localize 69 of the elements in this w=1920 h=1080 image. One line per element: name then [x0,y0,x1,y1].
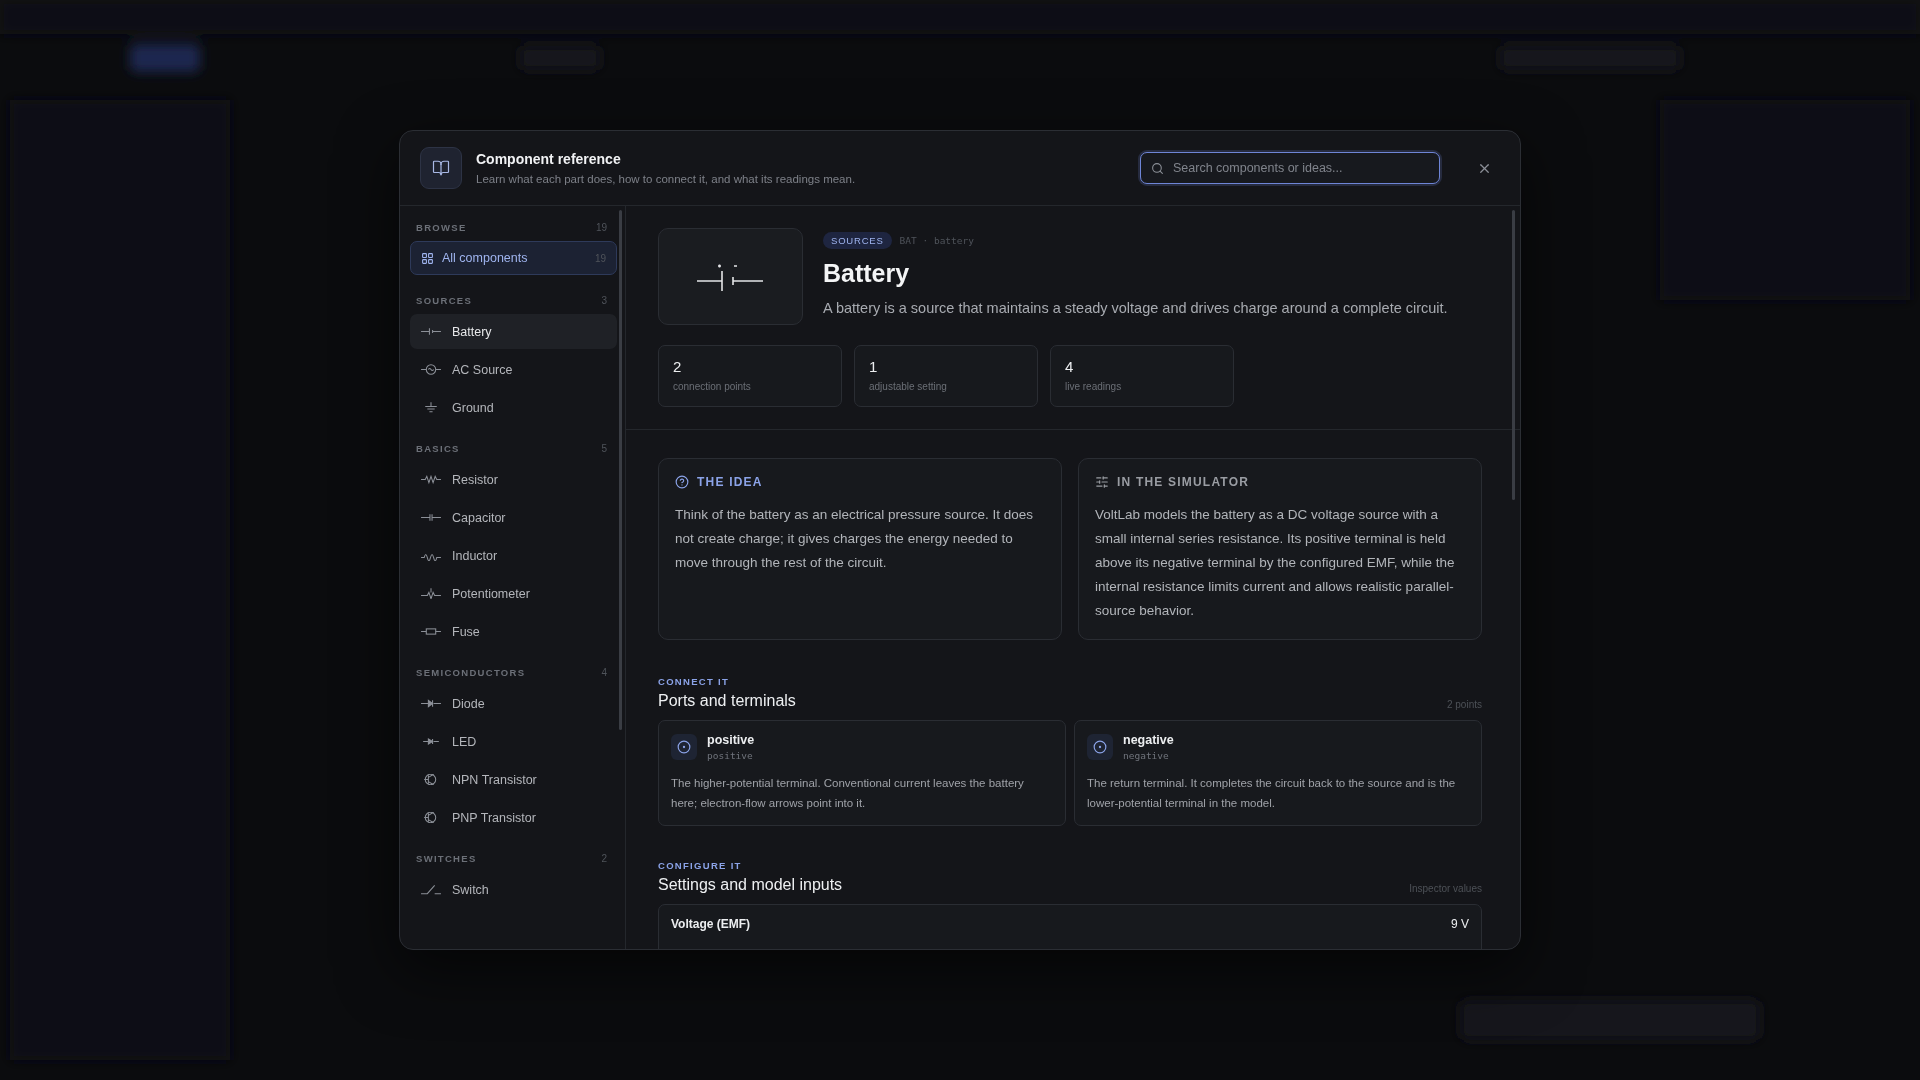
symbol-icon [420,884,442,895]
component-item[interactable]: Battery [410,314,617,349]
component-item[interactable]: Inductor [410,538,617,573]
component-item[interactable]: NPN Transistor [410,762,617,797]
search-field[interactable]: Search components or ideas... [1140,152,1440,184]
setting-value: 9 V [1451,917,1469,933]
section-label: BROWSE [416,222,467,233]
book-icon [420,147,462,189]
stat-value: 2 [673,358,683,375]
port-description: The return terminal. It completes the circuit back to the source and is the lower-potential terminal in the model. [1087,776,1457,811]
symbol-icon [420,736,442,747]
component-title: Battery [823,259,911,288]
card-heading: IN THE SIMULATOR [1117,475,1250,489]
stat-label: live readings [1065,381,1123,392]
category-label: SOURCES [416,295,473,306]
card-text: VoltLab models the battery as a DC voltage source with a small internal series resistance. Its positive terminal is held above its negative terminal by the configured EMF, while the internal resistance limits current and allows realistic parallel-source behavior. [1095,506,1456,620]
port-name: negative [1123,733,1174,747]
stat-value: 1 [869,358,879,375]
component-item[interactable]: Capacitor [410,500,617,535]
component-item[interactable]: PNP Transistor [410,800,617,835]
section-heading: Ports and terminals [658,692,796,710]
grid-icon [421,251,434,265]
symbol-icon [420,698,442,709]
section-eyebrow: CONFIGURE IT [658,860,743,871]
component-item[interactable]: Ground [410,390,617,425]
item-count: 2 [601,853,607,864]
component-item[interactable]: AC Source [410,352,617,387]
symbol-icon [420,626,442,637]
component-item[interactable]: Resistor [410,462,617,497]
port-name: positive [707,733,755,747]
item-count: 5 [601,443,607,454]
stat-label: connection points [673,381,752,392]
component-description: A battery is a source that maintains a steady voltage and drives charge around a complete circuit. [823,300,1448,316]
component-code: BAT · battery [899,235,974,246]
symbol-icon [420,326,442,337]
setting-name: Voltage (EMF) [671,917,751,933]
stat-value: 4 [1065,358,1075,375]
port-description: The higher-potential terminal. Conventional current leaves the battery here; electron-flow arrows point into it. [671,776,1025,811]
search-icon [1151,162,1164,175]
card-heading: THE IDEA [697,475,763,489]
sliders-icon [1095,475,1109,489]
terminal-icon [671,734,697,760]
component-item[interactable]: Diode [410,686,617,721]
symbol-icon [420,512,442,523]
category-label: BASICS [416,443,460,454]
item-count: 19 [595,222,607,233]
component-item[interactable]: Potentiometer [410,576,617,611]
item-count: 3 [601,295,607,306]
symbol-icon [420,474,442,485]
port-id: negative [1123,750,1170,761]
category-tag: SOURCES [823,232,892,249]
section-heading: Settings and model inputs [658,876,843,894]
component-item[interactable]: Fuse [410,614,617,649]
help-icon [675,475,689,489]
section-eyebrow: CONNECT IT [658,676,731,687]
dialog-subtitle: Learn what each part does, how to connect it, and what its readings mean. [476,173,857,185]
stat-label: adjustable setting [869,381,948,392]
symbol-icon [420,364,442,375]
dialog-title: Component reference [476,151,622,167]
card-text: Think of the battery as an electrical pressure source. It does not create charge; it gives charges the energy needed to move through the rest of the circuit. [675,506,1034,572]
category-label: SEMICONDUCTORS [416,667,526,678]
section-note: Inspector values [1409,883,1482,894]
component-item[interactable]: LED [410,724,617,759]
category-label: SWITCHES [416,853,477,864]
port-id: positive [707,750,754,761]
item-count: 4 [601,667,607,678]
component-item[interactable]: Switch [410,872,617,907]
terminal-icon [1087,734,1113,760]
symbol-icon [420,588,442,599]
